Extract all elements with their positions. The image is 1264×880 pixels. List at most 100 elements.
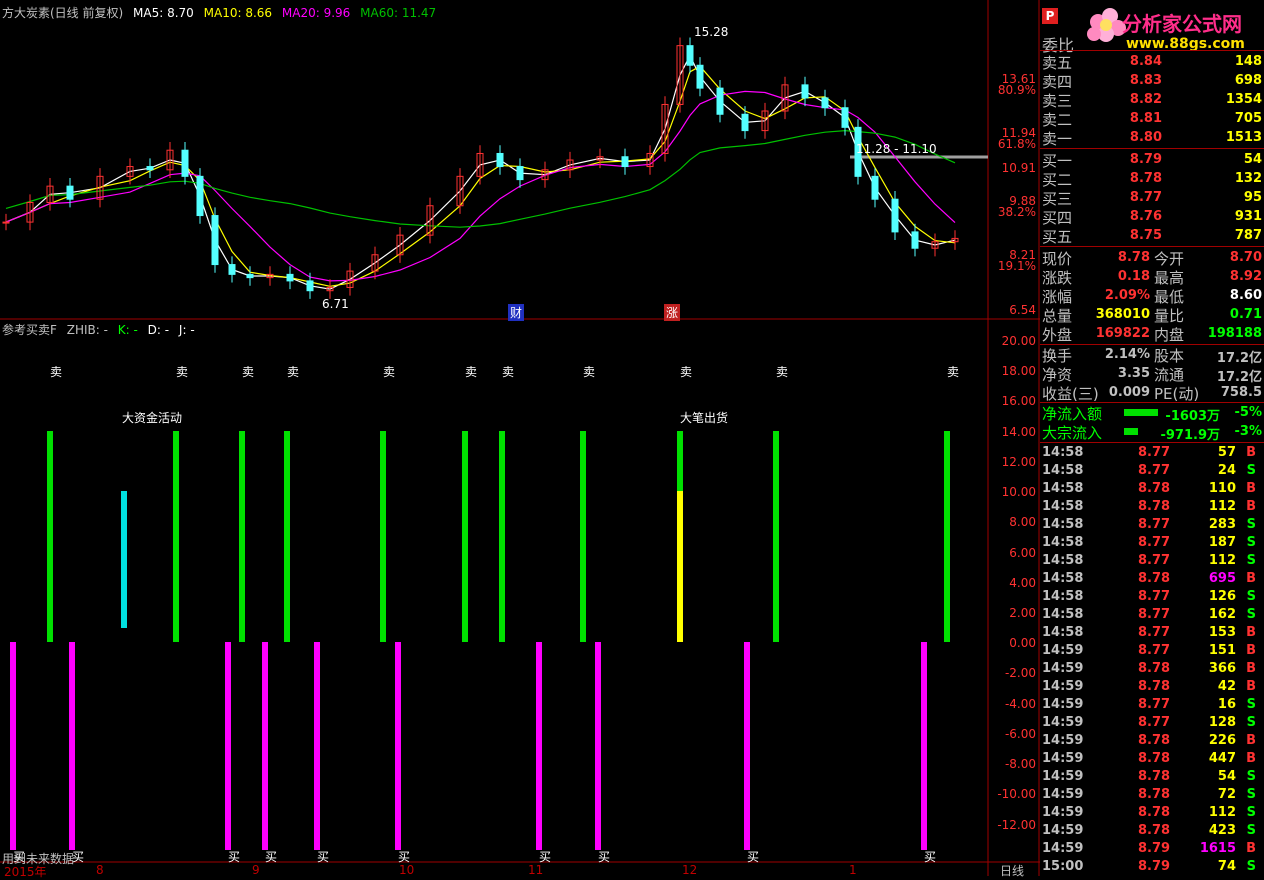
tick-row: 14:58 8.77 283 S [1040,516,1264,534]
note-big-money: 大资金活动 [122,411,183,425]
kline-chart[interactable] [0,0,1040,876]
tick-row: 14:58 8.77 112 S [1040,552,1264,570]
tick-time: 14:58 [1042,589,1084,604]
ask-row: 卖三 8.82 1354 [1040,90,1264,110]
bid-price: 8.75 [1129,228,1162,243]
tick-volume: 24 [1217,463,1236,478]
sell-signal-label: 卖 [287,365,300,379]
stat-value: 0.18 [1117,269,1150,284]
ma5-label: MA5: 8.70 [133,6,194,20]
indicator-axis-label: -2.00 [1004,666,1036,680]
tick-direction: B [1246,751,1256,766]
chart-area[interactable]: 方大炭素(日线 前复权) MA5: 8.70 MA10: 8.66 MA20: … [0,0,1040,879]
bid-label: 买四 [1042,209,1073,227]
candle-body [741,113,749,132]
ask-label: 卖五 [1042,54,1073,72]
tick-volume: 447 [1208,751,1236,766]
candle-body [686,45,694,66]
buy-signal-bar [225,642,231,850]
stat-label: 涨跌 [1042,269,1073,287]
sell-signal-label: 卖 [680,365,693,379]
tick-price: 8.77 [1138,553,1171,568]
candle-body [891,198,899,233]
candle-body [2,221,10,224]
price-axis-label: 6.54 [1009,303,1036,317]
tick-time: 14:59 [1042,679,1084,694]
tick-time: 14:59 [1042,751,1084,766]
bid-row: 买一 8.79 54 [1040,150,1264,170]
tick-price: 8.77 [1138,625,1171,640]
ask-vol: 705 [1234,111,1262,126]
period-label[interactable]: 日线 [1000,862,1024,879]
ask-label: 卖四 [1042,73,1073,91]
ask-vol: 1513 [1225,130,1262,145]
bid-label: 买二 [1042,171,1073,189]
ask-vol: 148 [1234,54,1262,69]
tick-direction: S [1246,607,1256,622]
tick-volume: 74 [1217,859,1236,874]
stat-row: 总量 368010 量比 0.71 [1040,305,1264,325]
divider [1040,50,1264,51]
tick-time: 15:00 [1042,859,1084,874]
stat-row: 外盘 169822 内盘 198188 [1040,324,1264,344]
sell-signal-label: 卖 [465,365,478,379]
buy-signal-bar [921,642,927,850]
tick-direction: S [1246,715,1256,730]
tick-price: 8.78 [1138,499,1171,514]
p-icon[interactable]: P [1042,8,1058,24]
stat-value: 8.60 [1229,288,1262,303]
tick-price: 8.78 [1138,823,1171,838]
stat-value: 0.009 [1108,385,1150,400]
tick-time: 14:59 [1042,661,1084,676]
candle-body [181,149,189,177]
date-label: 9 [252,863,260,877]
indicator-axis-label: 14.00 [1001,425,1036,439]
tick-row: 15:00 8.79 74 S [1040,858,1264,876]
tick-direction: S [1246,823,1256,838]
ask-price: 8.82 [1129,92,1162,107]
stat-label: 净资 [1042,366,1073,384]
candle-body [286,273,294,282]
ask-vol: 1354 [1225,92,1262,107]
stat-value: 758.5 [1220,385,1262,400]
tick-price: 8.78 [1138,679,1171,694]
tick-direction: B [1246,481,1256,496]
tick-time: 14:58 [1042,445,1084,460]
sell-signal-bar [499,431,505,642]
stat-value: 8.70 [1229,250,1262,265]
indicator-axis-label: 2.00 [1009,606,1036,620]
indicator-axis-label: 20.00 [1001,334,1036,348]
stat-row: 净资 3.35 流通 17.2亿 [1040,364,1264,385]
candle-body [621,156,629,168]
buy-signal-label: 买 [924,850,937,864]
sell-signal-label: 卖 [176,365,189,379]
tick-row: 14:59 8.78 112 S [1040,804,1264,822]
tick-row: 14:58 8.78 110 B [1040,480,1264,498]
buy-signal-label: 买 [317,850,330,864]
indicator-legend: 参考买卖F ZHIB: - K: - D: - J: - [2,321,201,338]
tick-row: 14:59 8.78 42 B [1040,678,1264,696]
ma20-line [5,90,956,282]
price-axis-label: 10.91 [1001,161,1036,175]
stat-row: 换手 2.14% 股本 17.2亿 [1040,345,1264,366]
tick-direction: S [1246,859,1256,874]
tick-time: 14:58 [1042,553,1084,568]
high-price-label: 15.28 [694,25,729,39]
tick-time: 14:58 [1042,607,1084,622]
candle-body [211,215,219,266]
tick-direction: S [1246,463,1256,478]
candle-body [246,273,254,279]
logo-title: 分析家公式网 [1122,12,1242,36]
date-label: 10 [399,863,415,877]
stat-label: 总量 [1042,307,1073,325]
note-big-sell: 大笔出货 [680,411,729,425]
indicator-axis-label: 4.00 [1009,576,1036,590]
tick-time: 14:59 [1042,715,1084,730]
divider [1040,148,1264,149]
buy-signal-bar [595,642,601,850]
date-label: 11 [528,863,544,877]
stat-value: 2.14% [1104,347,1150,362]
tick-volume: 162 [1208,607,1236,622]
ask-row: 卖四 8.83 698 [1040,71,1264,91]
stat-label: 最高 [1154,269,1185,287]
